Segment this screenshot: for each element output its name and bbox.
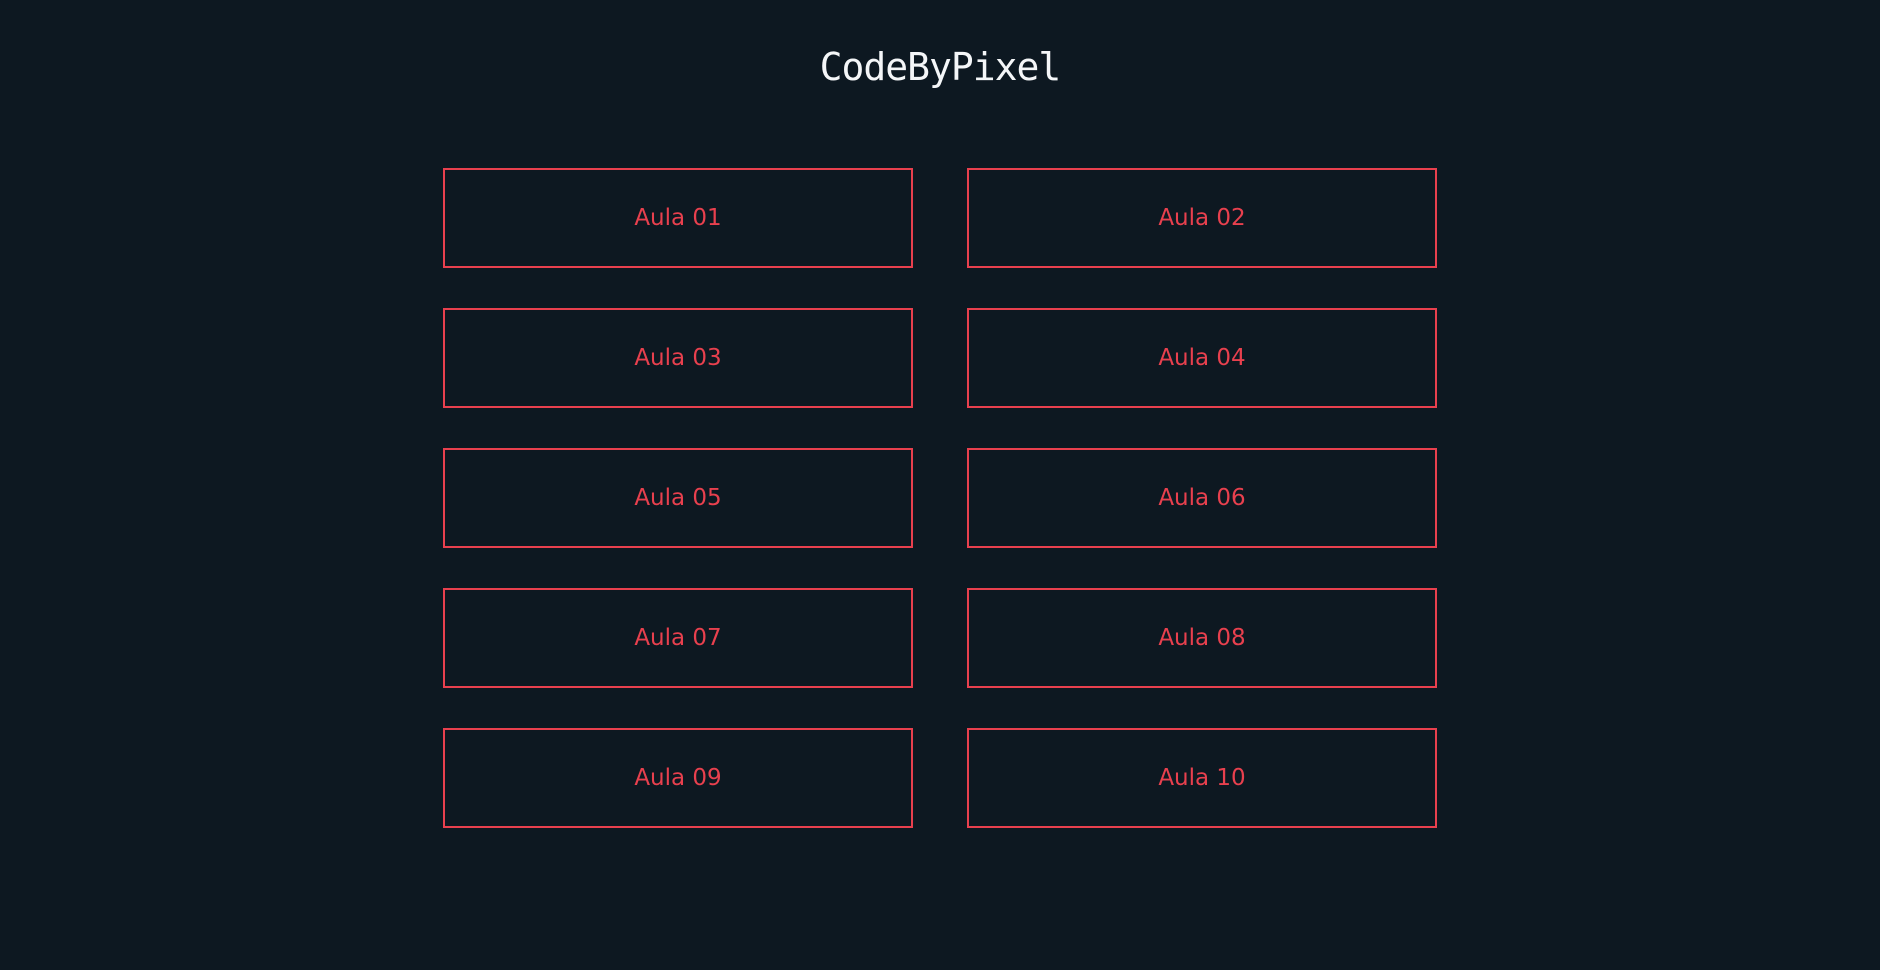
- lesson-label: Aula 07: [634, 624, 722, 651]
- lesson-button-10[interactable]: Aula 10: [967, 728, 1437, 828]
- lesson-button-05[interactable]: Aula 05: [443, 448, 913, 548]
- lesson-button-08[interactable]: Aula 08: [967, 588, 1437, 688]
- lesson-label: Aula 03: [634, 344, 722, 371]
- lesson-button-09[interactable]: Aula 09: [443, 728, 913, 828]
- lesson-button-03[interactable]: Aula 03: [443, 308, 913, 408]
- lesson-label: Aula 04: [1158, 344, 1246, 371]
- lesson-button-01[interactable]: Aula 01: [443, 168, 913, 268]
- lesson-button-07[interactable]: Aula 07: [443, 588, 913, 688]
- lesson-label: Aula 02: [1158, 204, 1246, 231]
- lesson-label: Aula 06: [1158, 484, 1246, 511]
- lesson-label: Aula 09: [634, 764, 722, 791]
- site-logo: CodeByPixel: [819, 45, 1062, 89]
- lesson-grid: Aula 01 Aula 02 Aula 03 Aula 04 Aula 05 …: [443, 168, 1438, 828]
- lesson-button-04[interactable]: Aula 04: [967, 308, 1437, 408]
- lesson-button-06[interactable]: Aula 06: [967, 448, 1437, 548]
- lesson-label: Aula 01: [634, 204, 722, 231]
- lesson-label: Aula 08: [1158, 624, 1246, 651]
- lesson-label: Aula 05: [634, 484, 722, 511]
- lesson-button-02[interactable]: Aula 02: [967, 168, 1437, 268]
- lesson-label: Aula 10: [1158, 764, 1246, 791]
